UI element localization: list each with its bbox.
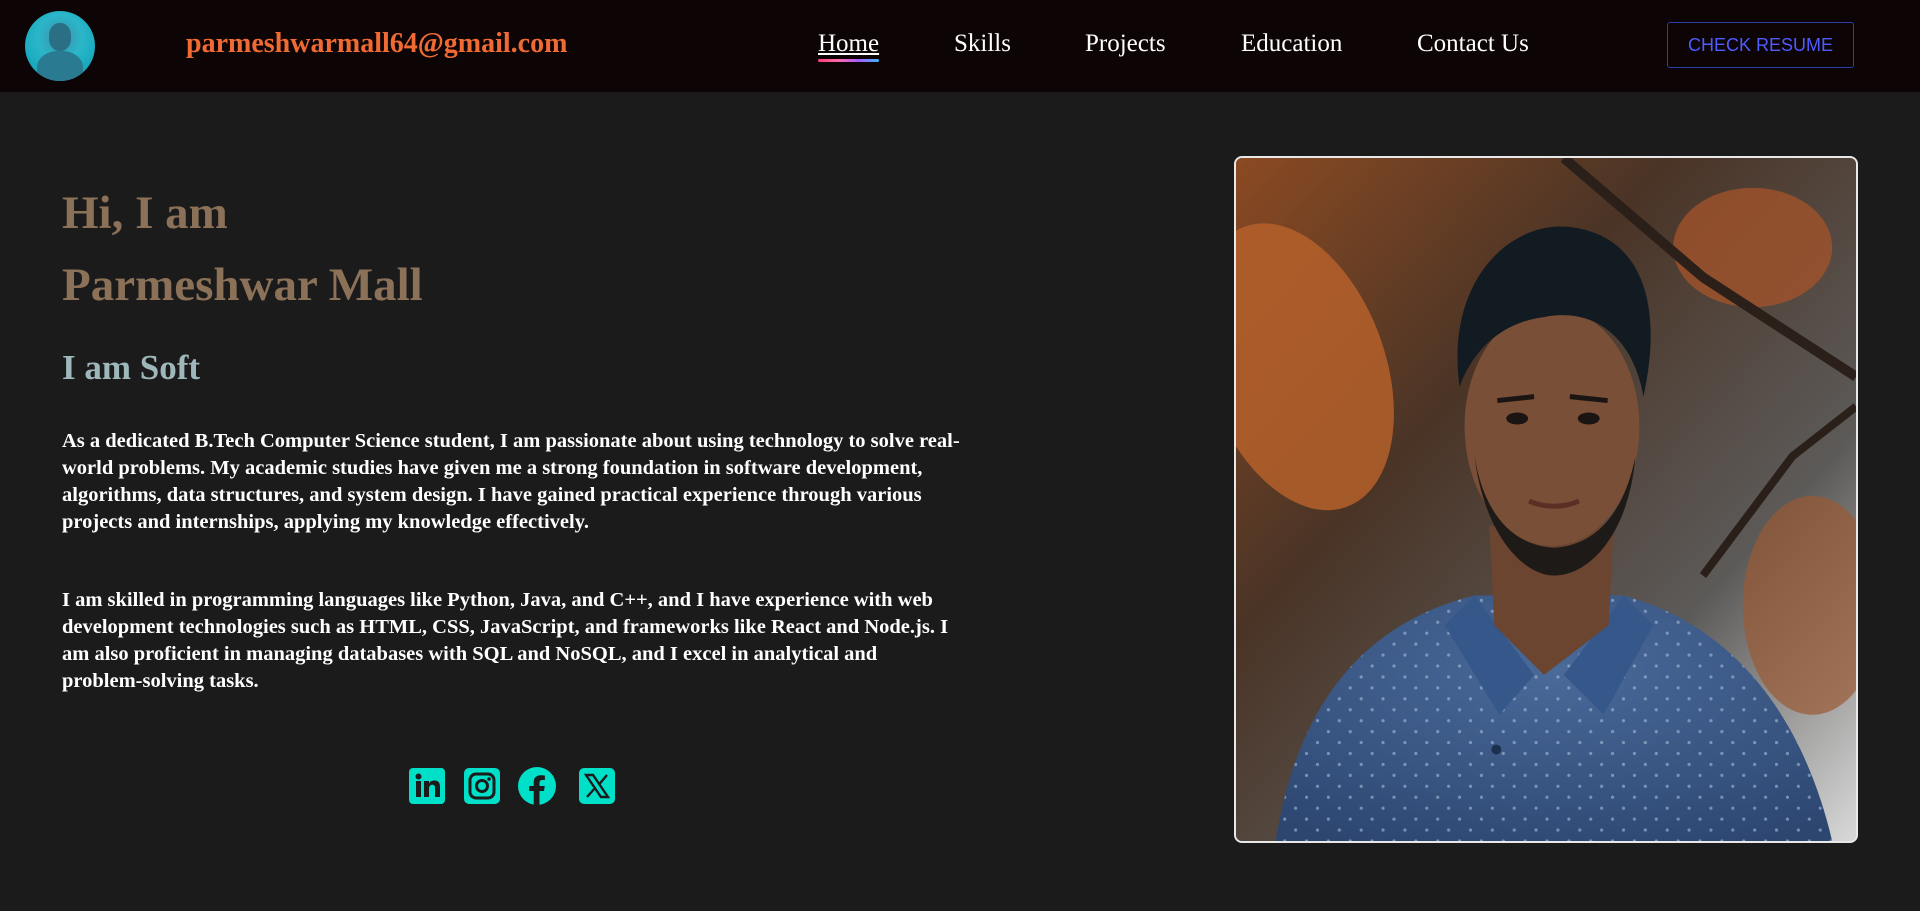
greeting-heading: Hi, I am: [62, 187, 228, 239]
avatar[interactable]: [25, 11, 95, 81]
nav-contact-us[interactable]: Contact Us: [1417, 30, 1529, 58]
facebook-icon[interactable]: [517, 766, 557, 806]
linkedin-icon[interactable]: [407, 766, 447, 806]
avatar-face: [49, 23, 71, 51]
nav-home[interactable]: Home: [818, 30, 880, 62]
name-heading: Parmeshwar Mall: [62, 259, 423, 311]
profile-photo-illustration: [1236, 158, 1856, 841]
typed-role-container: I am Soft: [62, 348, 217, 394]
nav-skills[interactable]: Skills: [954, 30, 1011, 58]
typed-role-text: I am Soft: [62, 348, 201, 387]
profile-photo: [1234, 156, 1858, 843]
nav-education[interactable]: Education: [1241, 30, 1342, 58]
navbar: parmeshwarmall64@gmail.com Home Skills P…: [0, 0, 1920, 92]
nav-projects[interactable]: Projects: [1085, 30, 1166, 58]
avatar-body: [37, 51, 83, 81]
about-paragraph-2: I am skilled in programming languages li…: [62, 589, 949, 692]
check-resume-button[interactable]: CHECK RESUME: [1667, 22, 1854, 68]
email-link[interactable]: parmeshwarmall64@gmail.com: [186, 28, 567, 60]
x-icon[interactable]: [577, 766, 617, 806]
instagram-icon[interactable]: [462, 766, 502, 806]
about-paragraph-1: As a dedicated B.Tech Computer Science s…: [62, 430, 960, 533]
